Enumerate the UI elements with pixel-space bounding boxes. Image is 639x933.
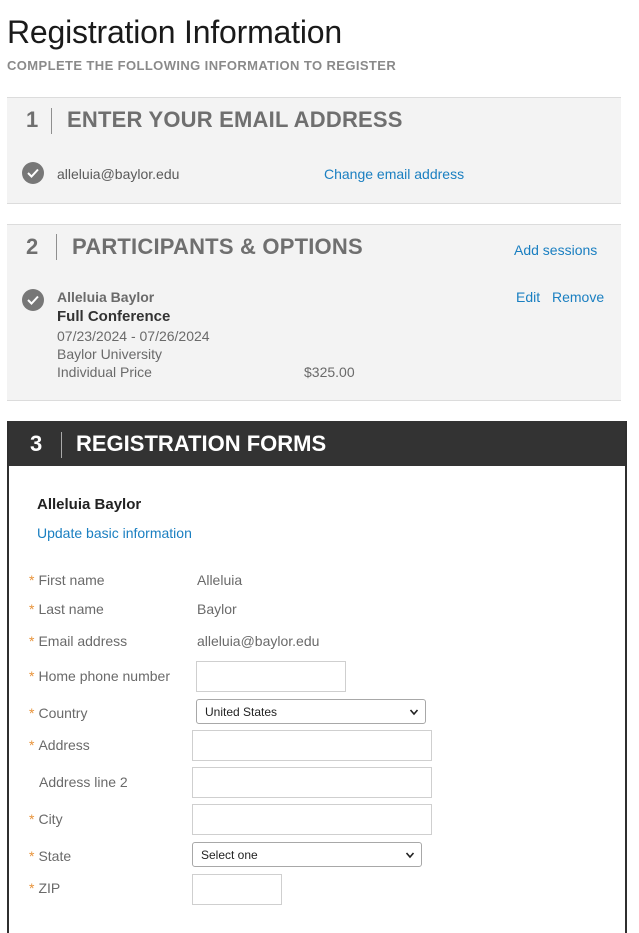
step-number: 1 xyxy=(26,107,39,132)
home-phone-label: * Home phone number xyxy=(29,668,170,684)
participants-step-section: 2 PARTICIPANTS & OPTIONS Add sessions Al… xyxy=(7,224,621,401)
email-label: * Email address xyxy=(29,633,127,649)
chevron-down-icon xyxy=(409,706,419,720)
participant-name: Alleluia Baylor xyxy=(57,289,155,305)
required-marker: * xyxy=(29,633,35,649)
last-name-label: * Last name xyxy=(29,601,104,617)
required-marker: * xyxy=(29,848,35,864)
step-divider xyxy=(61,432,62,458)
country-select[interactable]: United States xyxy=(196,699,426,724)
required-marker: * xyxy=(29,601,35,617)
required-marker: * xyxy=(29,811,35,827)
step-title: PARTICIPANTS & OPTIONS xyxy=(72,234,363,259)
state-label: * State xyxy=(29,848,71,864)
field-label-text: ZIP xyxy=(38,880,61,896)
required-marker: * xyxy=(29,737,35,753)
change-email-link[interactable]: Change email address xyxy=(324,166,464,182)
address-input[interactable] xyxy=(192,730,432,761)
address-line-2-label: Address line 2 xyxy=(29,774,128,790)
registration-option: Full Conference xyxy=(57,308,171,325)
form-participant-name: Alleluia Baylor xyxy=(37,496,142,513)
step-number: 2 xyxy=(26,234,39,259)
step-title: REGISTRATION FORMS xyxy=(76,431,327,456)
address-line-2-input[interactable] xyxy=(192,767,432,798)
first-name-label: * First name xyxy=(29,572,105,588)
step-title: ENTER YOUR EMAIL ADDRESS xyxy=(67,107,403,132)
page-subtitle: COMPLETE THE FOLLOWING INFORMATION TO RE… xyxy=(7,58,397,73)
update-basic-info-link[interactable]: Update basic information xyxy=(37,525,192,541)
field-label-text: Address line 2 xyxy=(39,774,128,790)
email-step-section: 1 ENTER YOUR EMAIL ADDRESS alleluia@bayl… xyxy=(7,97,621,204)
home-phone-input[interactable] xyxy=(196,661,346,692)
required-marker: * xyxy=(29,705,35,721)
step-divider xyxy=(56,234,57,260)
required-marker: * xyxy=(29,668,35,684)
page-title: Registration Information xyxy=(7,14,342,50)
field-label-text: State xyxy=(38,848,72,864)
field-label-text: Home phone number xyxy=(38,668,170,684)
add-sessions-link[interactable]: Add sessions xyxy=(514,242,597,258)
price-label: Individual Price xyxy=(57,364,152,380)
check-circle-icon xyxy=(22,289,44,311)
chevron-down-icon xyxy=(405,849,415,863)
state-select[interactable]: Select one xyxy=(192,842,422,867)
remove-participant-link[interactable]: Remove xyxy=(552,289,604,305)
state-selected-value: Select one xyxy=(201,847,258,862)
first-name-value: Alleluia xyxy=(197,572,243,588)
field-label-text: Address xyxy=(38,737,90,753)
field-label-text: First name xyxy=(38,572,105,588)
required-marker: * xyxy=(29,572,35,588)
field-label-text: Email address xyxy=(38,633,128,649)
step-number: 3 xyxy=(30,431,43,456)
country-label: * Country xyxy=(29,705,87,721)
event-dates: 07/23/2024 - 07/26/2024 xyxy=(57,328,210,344)
event-organization: Baylor University xyxy=(57,346,163,362)
step-divider xyxy=(51,108,52,134)
field-label-text: Last name xyxy=(38,601,104,617)
price-value: $325.00 xyxy=(304,364,355,380)
section-header: 3 REGISTRATION FORMS xyxy=(9,421,625,466)
last-name-value: Baylor xyxy=(197,601,237,617)
city-input[interactable] xyxy=(192,804,432,835)
email-value: alleluia@baylor.edu xyxy=(57,166,180,182)
zip-input[interactable] xyxy=(192,874,282,905)
city-label: * City xyxy=(29,811,63,827)
field-label-text: City xyxy=(38,811,63,827)
edit-participant-link[interactable]: Edit xyxy=(516,289,540,305)
zip-label: * ZIP xyxy=(29,880,60,896)
field-label-text: Country xyxy=(38,705,88,721)
required-marker: * xyxy=(29,880,35,896)
country-selected-value: United States xyxy=(205,704,278,719)
email-value: alleluia@baylor.edu xyxy=(197,633,320,649)
check-circle-icon xyxy=(22,162,44,184)
address-label: * Address xyxy=(29,737,90,753)
registration-forms-section: 3 REGISTRATION FORMS Alleluia Baylor Upd… xyxy=(7,421,627,933)
